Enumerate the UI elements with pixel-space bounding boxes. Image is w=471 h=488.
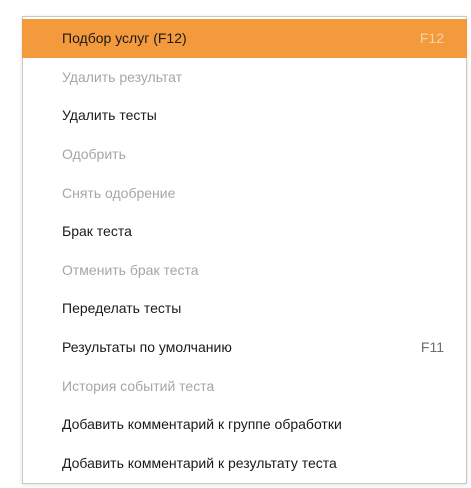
menu-item-label: Одобрить <box>62 146 126 163</box>
menu-item-delete-result[interactable]: Удалить результат <box>23 58 466 97</box>
menu-item-label: История событий теста <box>62 377 215 394</box>
menu-item-cancel-reject[interactable]: Отменить брак теста <box>23 251 466 290</box>
menu-item-add-result-comment[interactable]: Добавить комментарий к результату теста <box>23 444 466 483</box>
menu-item-label: Подбор услуг (F12) <box>62 30 187 47</box>
menu-item-label: Результаты по умолчанию <box>62 339 232 356</box>
menu-item-label: Брак теста <box>62 223 132 240</box>
menu-item-label: Переделать тесты <box>62 300 182 317</box>
context-menu: Подбор услуг (F12) F12 Удалить результат… <box>22 16 467 484</box>
menu-item-shortcut: F12 <box>419 30 444 47</box>
menu-item-label: Удалить результат <box>62 68 183 85</box>
menu-item-label: Снять одобрение <box>62 184 176 201</box>
menu-item-label: Добавить комментарий к группе обработки <box>62 416 342 433</box>
menu-item-redo-tests[interactable]: Переделать тесты <box>23 289 466 328</box>
menu-item-test-event-history[interactable]: История событий теста <box>23 366 466 405</box>
menu-item-label: Удалить тесты <box>62 107 157 124</box>
menu-item-delete-tests[interactable]: Удалить тесты <box>23 96 466 135</box>
menu-item-label: Добавить комментарий к результату теста <box>62 454 337 471</box>
menu-item-remove-approval[interactable]: Снять одобрение <box>23 173 466 212</box>
menu-item-default-results[interactable]: Результаты по умолчанию F11 <box>23 328 466 367</box>
menu-item-label: Отменить брак теста <box>62 261 199 278</box>
menu-item-approve[interactable]: Одобрить <box>23 135 466 174</box>
menu-item-service-selection[interactable]: Подбор услуг (F12) F12 <box>22 19 467 58</box>
menu-item-reject-test[interactable]: Брак теста <box>23 212 466 251</box>
menu-item-shortcut: F11 <box>420 339 444 356</box>
menu-item-add-group-comment[interactable]: Добавить комментарий к группе обработки <box>23 405 466 444</box>
